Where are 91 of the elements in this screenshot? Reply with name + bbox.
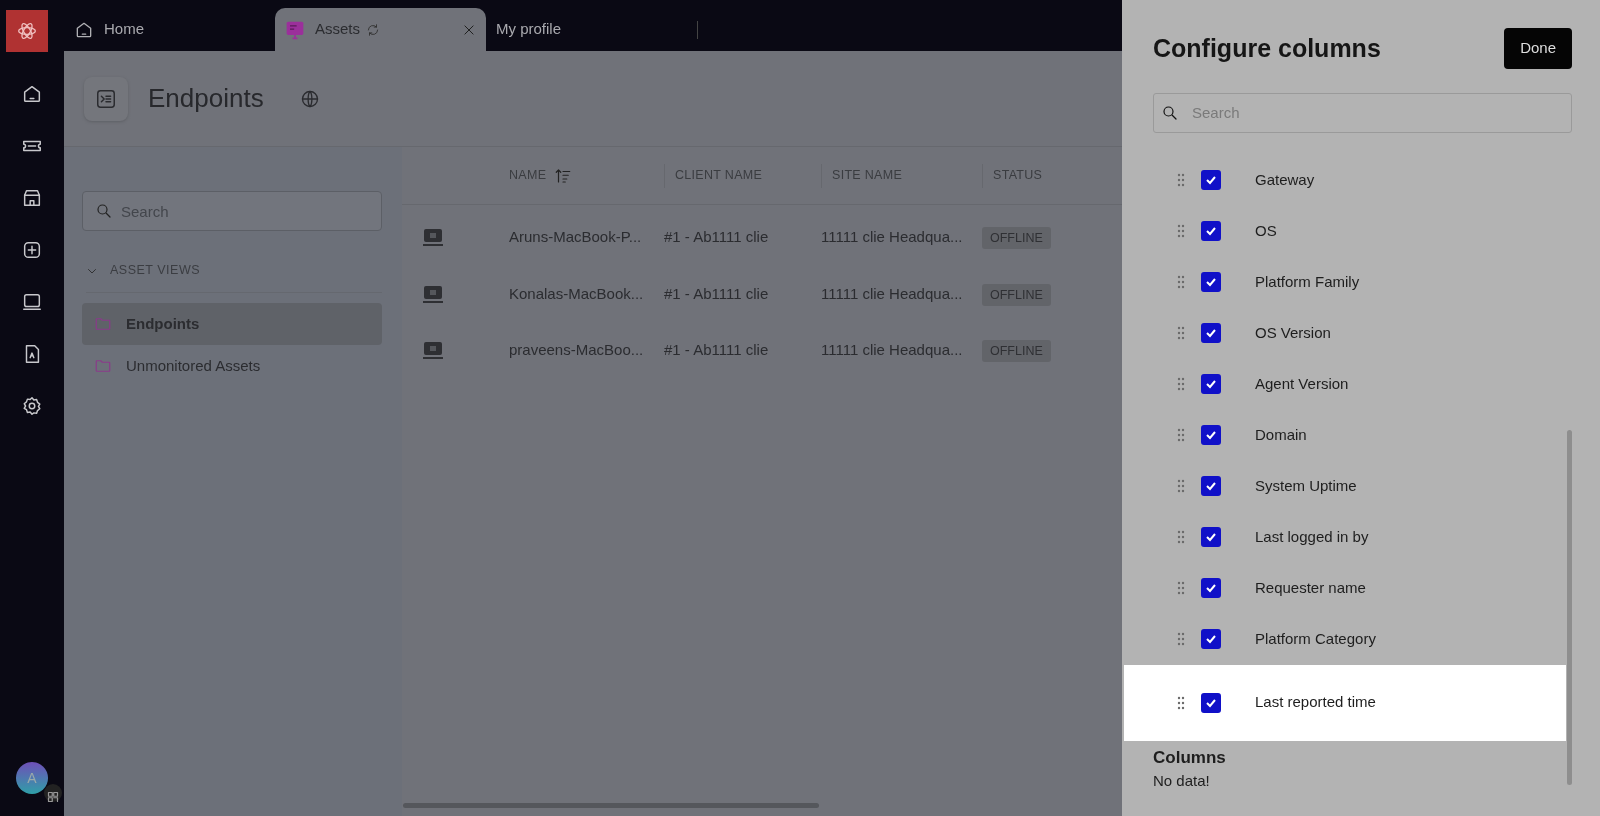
table-cell: 11111 clie Headqua... [821,284,963,302]
check-icon [1205,633,1217,645]
monitor-icon [285,19,305,40]
scrollbar[interactable] [403,803,819,808]
checkbox[interactable] [1201,629,1221,649]
checkbox[interactable] [1201,374,1221,394]
column-header[interactable]: SITE NAME [821,163,982,188]
checkbox[interactable] [1201,527,1221,547]
checkbox[interactable] [1201,272,1221,292]
laptop-icon [422,284,444,305]
qr-code-icon[interactable] [44,784,62,802]
table-cell: #1 - Ab1111 clie [664,341,769,358]
drag-handle-icon[interactable] [1177,479,1185,493]
drag-handle-icon[interactable] [1177,224,1185,238]
settings-icon[interactable] [21,395,43,417]
table-cell: 11111 clie Headqua... [821,341,963,358]
table-cell: praveens-MacBoo... [509,341,644,358]
check-icon [1205,429,1217,441]
page-title: Endpoints [148,82,264,115]
checkbox[interactable] [1201,221,1221,241]
check-icon [1205,327,1217,339]
drag-handle-icon[interactable] [1177,530,1185,544]
home-icon[interactable] [21,83,43,105]
check-icon [1205,531,1217,543]
search-field[interactable]: Search [1153,92,1572,133]
column-option-label: OS [1255,220,1277,241]
laptop-icon[interactable] [21,291,43,313]
drag-handle-icon[interactable] [1177,695,1185,710]
laptop-icon [422,228,444,249]
column-header[interactable]: CLIENT NAME [664,163,821,188]
drag-handle-icon[interactable] [1177,377,1185,391]
store-icon[interactable] [21,187,43,209]
section-heading: Columns [1153,746,1227,769]
column-option-label: Requester name [1255,577,1366,598]
check-icon [1205,582,1217,594]
laptop-icon [422,341,444,362]
panel-title: Configure columns [1153,33,1381,64]
column-option-label: Platform Family [1255,271,1360,292]
check-icon [1205,480,1217,492]
drag-handle-icon[interactable] [1177,428,1185,442]
scrollbar[interactable] [1567,430,1572,785]
tab[interactable]: Assets [275,8,486,51]
table-cell: 11111 clie Headqua... [821,228,963,245]
drag-handle-icon[interactable] [1177,581,1185,595]
atom-icon [17,21,37,41]
drag-handle-icon[interactable] [1177,173,1185,187]
checkbox[interactable] [1201,578,1221,598]
column-option-label: OS Version [1255,322,1331,343]
tab[interactable]: My profile [486,8,697,51]
column-option-label: Platform Category [1255,628,1376,649]
tab-label: Assets [315,19,360,40]
globe-icon[interactable] [299,88,320,109]
checkbox[interactable] [1201,323,1221,343]
column-option-label: System Uptime [1255,475,1357,496]
checkbox[interactable] [1201,425,1221,445]
close-icon[interactable] [462,23,476,38]
loading-icon [366,22,380,37]
drag-handle-icon[interactable] [1177,326,1185,340]
column-option-label: Last reported time [1255,692,1376,713]
table-cell: #1 - Ab1111 clie [664,284,769,302]
column-option-label: Agent Version [1255,373,1349,394]
drag-handle-icon[interactable] [1177,275,1185,289]
empty-message: No data! [1153,771,1211,791]
column-option-label: Domain [1255,424,1307,445]
search-icon [1161,103,1179,122]
plus-icon[interactable] [21,239,43,261]
tab-label: Home [104,19,144,40]
check-icon [1205,378,1217,390]
view-item[interactable]: Endpoints [82,302,382,345]
tab-label: My profile [496,19,562,40]
app-logo[interactable] [6,10,48,52]
terminal-glyph-icon [95,87,117,110]
drag-handle-icon[interactable] [1177,632,1185,646]
column-option-label: Last logged in by [1255,526,1369,547]
column-option-label: Gateway [1255,169,1315,190]
table-cell: Aruns-MacBook-P... [509,228,642,245]
check-icon [1205,276,1217,288]
table-cell: Konalas-MacBook... [509,284,644,302]
checkbox[interactable] [1201,476,1221,496]
done-button[interactable]: Done [1504,28,1572,69]
column-header[interactable]: NAME [509,163,664,188]
sort-icon [554,166,573,185]
check-icon [1205,174,1217,186]
table-cell: #1 - Ab1111 clie [664,228,769,245]
column-header[interactable]: STATUS [982,163,1043,188]
checkbox[interactable] [1201,692,1221,713]
view-item[interactable]: Unmonitored Assets [82,344,382,387]
checkbox[interactable] [1201,170,1221,190]
user-avatar[interactable]: A [16,762,48,794]
tab[interactable]: Home [64,8,275,51]
check-icon [1205,225,1217,237]
